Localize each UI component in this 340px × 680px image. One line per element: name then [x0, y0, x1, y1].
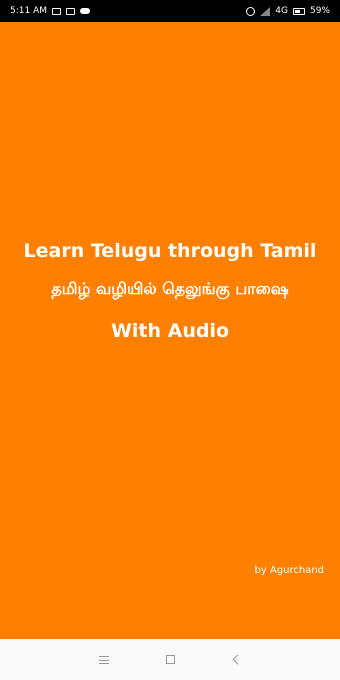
- back-icon: [232, 654, 243, 665]
- status-time: 5:11 AM: [10, 6, 47, 16]
- signal-icon: [260, 6, 271, 16]
- status-bar: 5:11 AM 4G 59%: [0, 0, 340, 22]
- battery-percent: 59%: [309, 6, 330, 16]
- navigation-bar: [0, 639, 340, 680]
- title-tamil: தமிழ் வழியில் தெலுங்கு பாஷை: [51, 279, 289, 298]
- cloud-icon: [80, 8, 90, 14]
- back-button[interactable]: [228, 652, 244, 668]
- splash-screen: Learn Telugu through Tamil தமிழ் வழியில்…: [0, 22, 340, 639]
- mail-icon: [66, 7, 75, 15]
- author-credit: by Agurchand: [254, 565, 324, 576]
- menu-icon: [99, 655, 109, 664]
- network-label: 4G: [275, 6, 288, 16]
- status-left: 5:11 AM: [10, 6, 90, 16]
- battery-icon: [292, 7, 305, 15]
- home-button[interactable]: [162, 652, 178, 668]
- alarm-icon: [246, 6, 256, 16]
- subtitle-audio: With Audio: [110, 320, 230, 342]
- status-right: 4G 59%: [246, 6, 330, 16]
- app-screen: 5:11 AM 4G 59% Learn Telugu through Tami…: [0, 0, 340, 680]
- title-english: Learn Telugu through Tamil: [23, 240, 317, 262]
- recent-apps-button[interactable]: [96, 652, 112, 668]
- message-icon: [52, 7, 61, 15]
- home-icon: [165, 655, 175, 664]
